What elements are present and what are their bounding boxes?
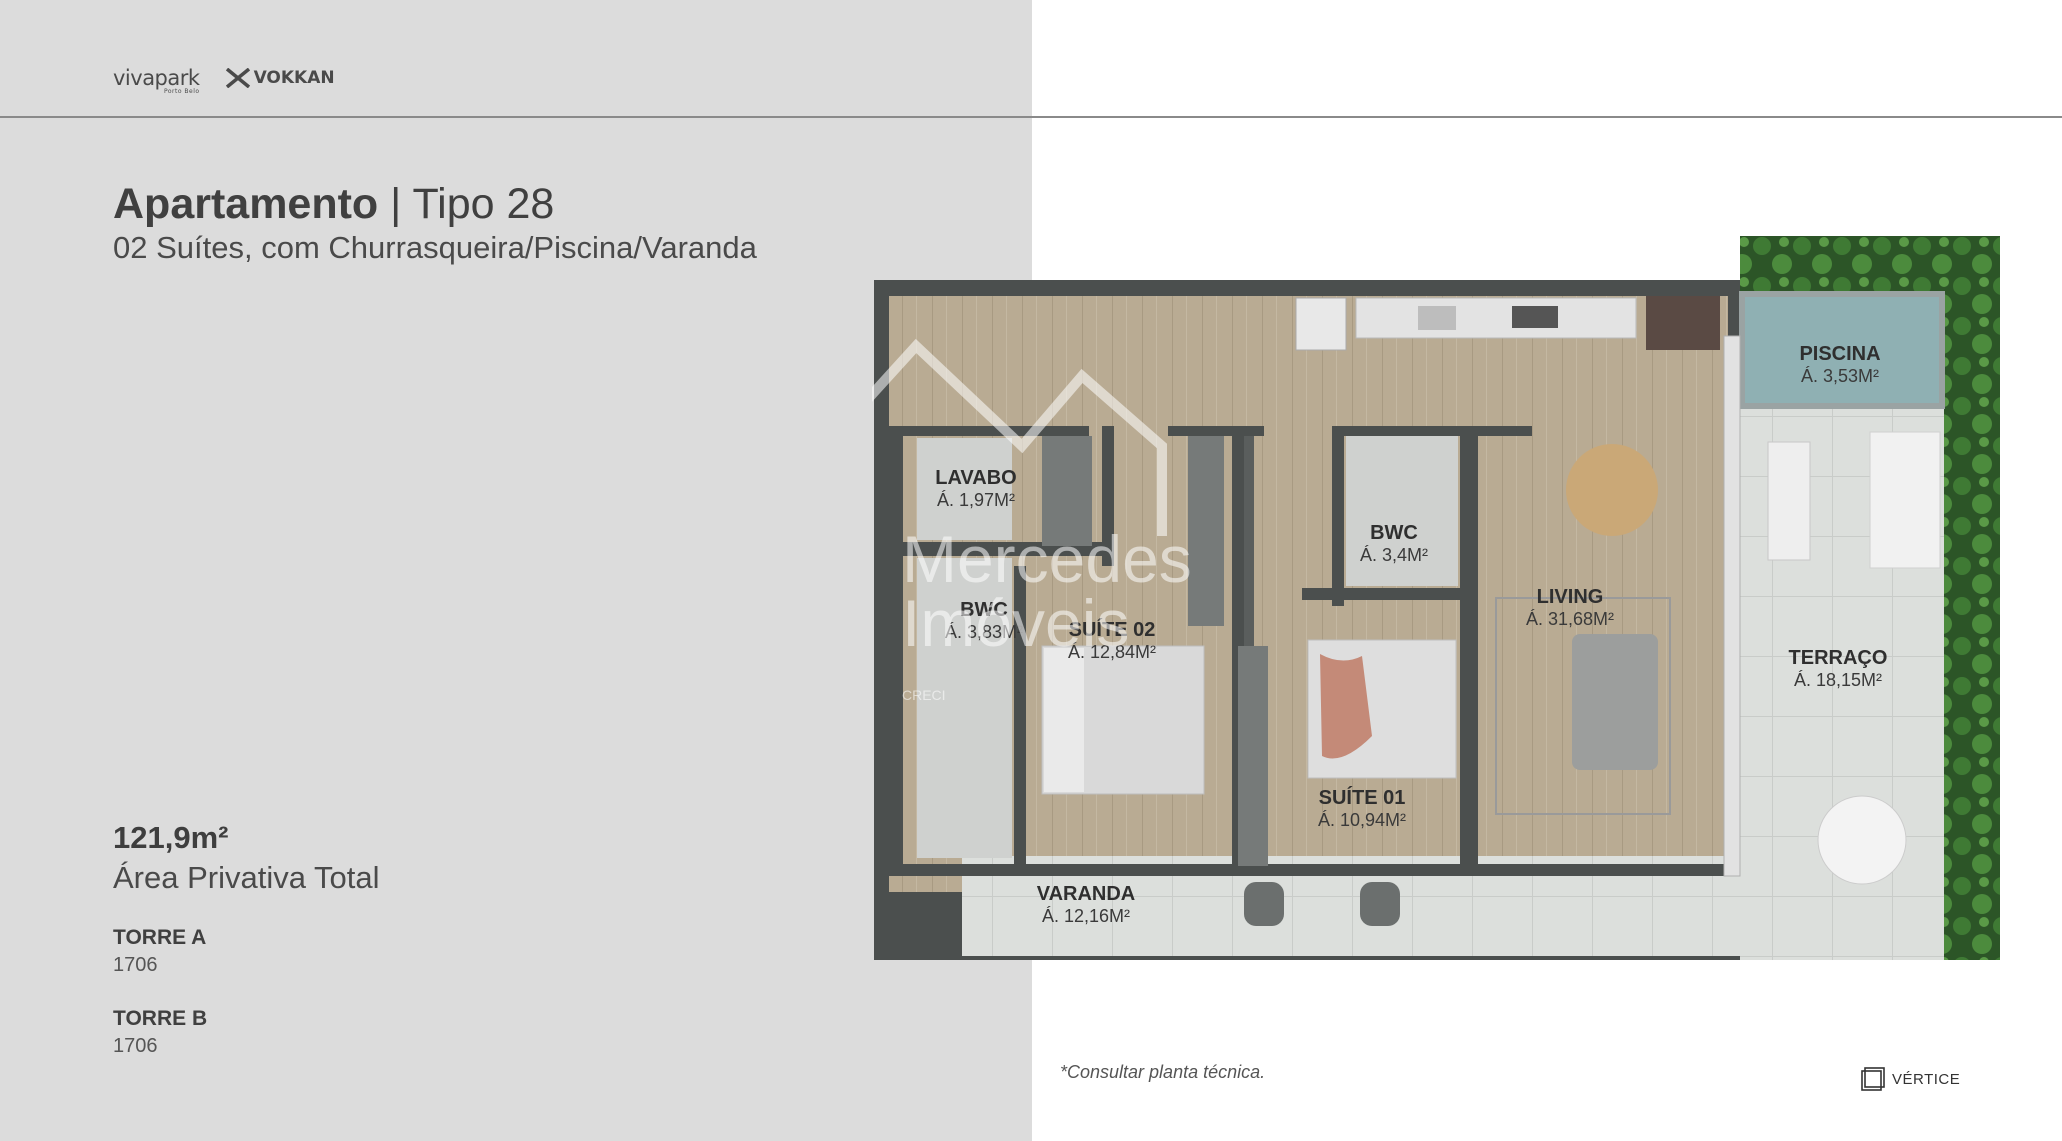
varanda-chair: [1244, 882, 1284, 926]
lavabo-area: Á. 1,97M²: [937, 490, 1015, 510]
area-value: 121,9m²: [113, 820, 229, 855]
vivapark-logo: vivapark Porto Belo: [113, 66, 200, 95]
varanda-area: Á. 12,16M²: [1042, 906, 1130, 926]
garden-top: [1740, 236, 1944, 294]
fridge: [1295, 297, 1347, 351]
tower-a-label: TORRE A: [113, 926, 207, 949]
piscina-area: Á. 3,53M²: [1801, 366, 1879, 386]
closet: [1238, 646, 1268, 866]
vokkan-mark-icon: [225, 68, 250, 88]
watermark-line2: Imóveis: [902, 586, 1129, 660]
varanda-chair: [1360, 882, 1400, 926]
vivapark-logo-subtext: Porto Belo: [163, 88, 200, 95]
lavabo-label: LAVABO: [935, 467, 1016, 489]
title-type: | Tipo 28: [378, 180, 555, 228]
wall: [1460, 426, 1478, 876]
wall: [1728, 296, 1738, 336]
dining-table: [1566, 444, 1658, 536]
sofa: [1572, 634, 1658, 770]
suite1-area: Á. 10,94M²: [1318, 810, 1406, 830]
terrace-table: [1817, 795, 1907, 885]
vivapark-logo-text: vivapark: [113, 66, 200, 90]
tower-b-unit: 1706: [113, 1035, 158, 1057]
vokkan-logo: VOKKAN: [225, 68, 335, 88]
garden-strip: [1944, 236, 2000, 960]
kitchen-counter: [1355, 297, 1637, 339]
terrace-steps: [1869, 431, 1941, 569]
wall: [1168, 426, 1264, 436]
wall: [889, 864, 1729, 876]
living-label: LIVING: [1537, 586, 1604, 608]
suite1-label: SUÍTE 01: [1319, 786, 1406, 809]
piscina-label: PISCINA: [1799, 343, 1880, 365]
terraco-area: Á. 18,15M²: [1794, 670, 1882, 690]
sink: [1418, 306, 1456, 330]
closet: [1188, 436, 1224, 626]
living-area: Á. 31,68M²: [1526, 609, 1614, 629]
vertice-logo-text: VÉRTICE: [1892, 1070, 1961, 1088]
page-subtitle: 02 Suítes, com Churrasqueira/Piscina/Var…: [113, 230, 757, 265]
wall: [889, 426, 1089, 436]
area-label: Área Privativa Total: [113, 860, 380, 895]
brand-logos: vivapark Porto Belo VOKKAN: [113, 66, 335, 95]
tower-b-label: TORRE B: [113, 1007, 208, 1030]
tower-a-unit: 1706: [113, 954, 158, 976]
vokkan-logo-text: VOKKAN: [253, 68, 335, 88]
wall: [889, 426, 903, 876]
vertice-mark-icon: [1861, 1067, 1885, 1091]
cooktop: [1512, 306, 1558, 328]
bwc1-area: Á. 3,4M²: [1360, 545, 1428, 565]
barbecue-grill: [1646, 296, 1720, 350]
varanda-label: VARANDA: [1037, 883, 1136, 905]
glass-door: [1723, 335, 1741, 877]
footnote: *Consultar planta técnica.: [1060, 1062, 1266, 1082]
vertice-logo: VÉRTICE: [1860, 1066, 1960, 1092]
title-bold: Apartamento: [113, 180, 379, 228]
wall: [1332, 426, 1532, 436]
sun-lounger: [1767, 441, 1811, 561]
watermark-line1: Mercedes: [902, 522, 1192, 596]
floor-plan: LAVABO Á. 1,97M² BWC Á. 3,83M² SUÍTE 02 …: [872, 236, 2000, 960]
bwc1-label: BWC: [1370, 522, 1418, 544]
pillows: [1044, 648, 1084, 792]
terraco-label: TERRAÇO: [1789, 647, 1888, 669]
watermark-line3: CRECI: [902, 687, 946, 703]
header-divider: [0, 116, 2062, 118]
wall: [1332, 426, 1344, 606]
page-title: Apartamento | Tipo 28: [113, 180, 554, 229]
wall: [1302, 588, 1472, 600]
